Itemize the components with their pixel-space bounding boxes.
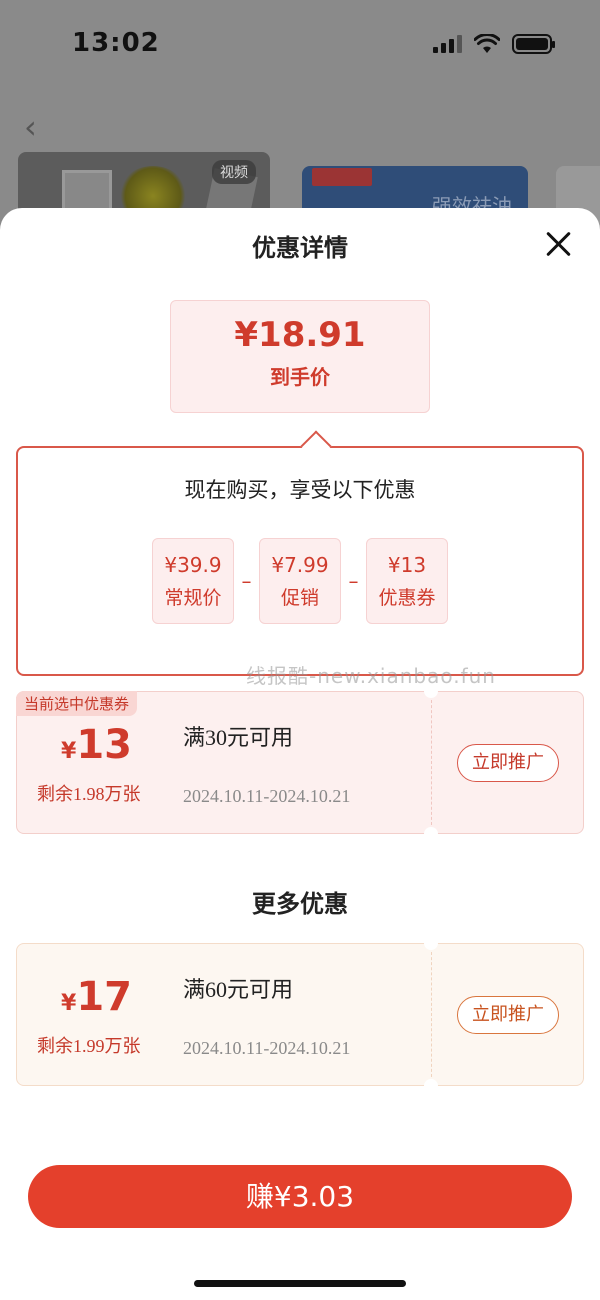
- coupon-amount: ¥17: [61, 974, 132, 1020]
- brand-logo: [312, 168, 372, 186]
- promote-now-button[interactable]: 立即推广: [457, 744, 559, 782]
- sheet-title: 优惠详情: [252, 234, 348, 262]
- coupon-divider: [431, 952, 432, 1077]
- discount-details-sheet: 优惠详情 ¥18.91 到手价 现在购买，享受以下优惠 ¥39.9 常规价 – …: [0, 208, 600, 1300]
- currency-symbol: ¥: [61, 991, 77, 1016]
- breakdown-title: 现在购买，享受以下优惠: [184, 478, 416, 502]
- minus-sign: –: [241, 569, 252, 593]
- currency-symbol: ¥: [61, 739, 77, 764]
- home-indicator: [194, 1280, 406, 1287]
- chip-value: ¥7.99: [271, 553, 329, 577]
- coupon-condition: 满60元可用: [183, 977, 294, 1002]
- final-price-box: ¥18.91 到手价: [170, 300, 430, 413]
- coupon-condition: 满30元可用: [183, 725, 294, 750]
- coupon-amount: ¥13: [61, 722, 132, 768]
- status-time: 13:02: [72, 28, 160, 58]
- amount-value: 13: [76, 722, 132, 768]
- chip-value: ¥39.9: [164, 553, 222, 577]
- coupon-remaining: 剩余1.98万张: [37, 784, 141, 804]
- earn-commission-button[interactable]: 赚¥3.03: [28, 1165, 572, 1228]
- close-icon[interactable]: [542, 228, 574, 260]
- chip-label: 促销: [280, 587, 319, 609]
- amount-value: 17: [76, 974, 132, 1020]
- coupon-chip: ¥13 优惠券: [366, 538, 448, 624]
- video-tag: 视频: [212, 160, 256, 184]
- coupon-divider: [431, 700, 432, 825]
- coupon-remaining: 剩余1.99万张: [37, 1036, 141, 1056]
- chip-label: 优惠券: [378, 587, 436, 609]
- status-icons: [433, 34, 555, 54]
- coupon-card: ¥17 剩余1.99万张 满60元可用 2024.10.11-2024.10.2…: [16, 936, 584, 1093]
- regular-price-chip: ¥39.9 常规价: [152, 538, 234, 624]
- back-arrow-icon[interactable]: ‹: [24, 108, 37, 146]
- breakdown-pointer: [300, 430, 332, 462]
- current-coupon-card: 当前选中优惠券 ¥13 剩余1.98万张 满30元可用 2024.10.11-2…: [16, 684, 584, 841]
- coupon-date-range: 2024.10.11-2024.10.21: [183, 1038, 351, 1058]
- battery-icon: [512, 34, 555, 54]
- promote-now-button[interactable]: 立即推广: [457, 996, 559, 1034]
- cellular-signal-icon: [433, 35, 462, 53]
- chip-label: 常规价: [164, 587, 222, 609]
- wifi-icon: [474, 34, 500, 53]
- status-bar: 13:02: [0, 0, 600, 90]
- final-price-label: 到手价: [270, 365, 330, 389]
- current-coupon-tag: 当前选中优惠券: [16, 691, 138, 716]
- minus-sign: –: [348, 569, 359, 593]
- breakdown-items: ¥39.9 常规价 – ¥7.99 促销 – ¥13 优惠券: [18, 538, 582, 624]
- more-discounts-title: 更多优惠: [252, 890, 348, 918]
- final-price: ¥18.91: [234, 315, 366, 355]
- watermark: 线报酷-new.xianbao.fun: [246, 664, 496, 688]
- coupon-date-range: 2024.10.11-2024.10.21: [183, 786, 351, 806]
- price-breakdown: 现在购买，享受以下优惠 ¥39.9 常规价 – ¥7.99 促销 – ¥13 优…: [16, 430, 584, 676]
- promotion-chip: ¥7.99 促销: [259, 538, 341, 624]
- chip-value: ¥13: [387, 553, 427, 577]
